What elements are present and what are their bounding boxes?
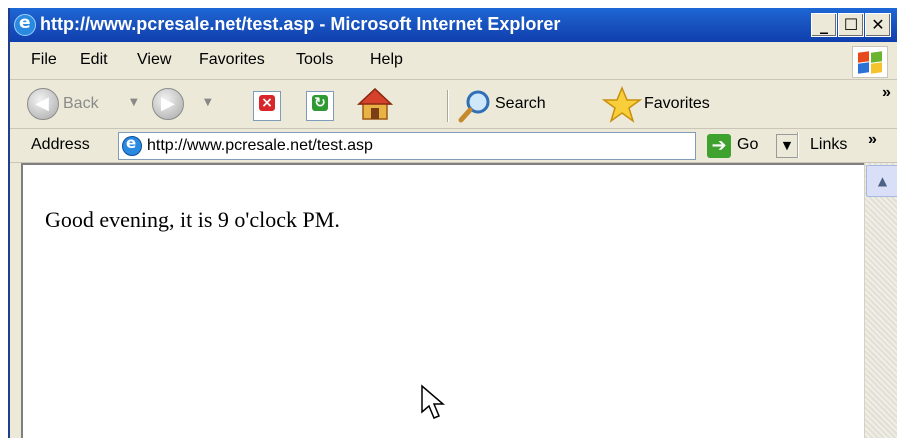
menu-favorites[interactable]: Favorites	[199, 51, 265, 69]
go-arrow-icon[interactable]: ➔	[707, 134, 731, 158]
address-url[interactable]: http://www.pcresale.net/test.asp	[147, 137, 373, 155]
back-button-label[interactable]: Back	[63, 95, 99, 113]
address-bar: Address http://www.pcresale.net/test.asp…	[10, 128, 897, 163]
minimize-button[interactable]: _	[811, 13, 837, 37]
page-content: Good evening, it is 9 o'clock PM.	[21, 163, 892, 438]
menu-edit[interactable]: Edit	[80, 51, 108, 69]
menu-tools[interactable]: Tools	[296, 51, 333, 69]
back-dropdown-icon[interactable]: ▼	[130, 97, 138, 108]
favorites-button-label[interactable]: Favorites	[644, 95, 710, 113]
menu-bar: File Edit View Favorites Tools Help	[10, 43, 897, 80]
standard-toolbar: ◀ Back ▼ ▶ ▼ × ↻ Search Favorites »	[10, 80, 897, 129]
window-title: http://www.pcresale.net/test.asp - Micro…	[40, 14, 561, 34]
address-label: Address	[31, 136, 90, 153]
menu-view[interactable]: View	[137, 51, 171, 69]
ie-logo-icon	[14, 13, 36, 36]
scroll-up-button[interactable]: ▲	[866, 165, 897, 197]
links-chevron[interactable]: »	[868, 131, 877, 149]
address-separator	[797, 132, 798, 158]
mouse-cursor-icon	[421, 384, 446, 419]
vertical-scrollbar[interactable]: ▲	[864, 163, 897, 438]
address-input[interactable]: http://www.pcresale.net/test.asp ▼	[118, 132, 798, 160]
go-button-label[interactable]: Go	[737, 136, 758, 154]
links-label[interactable]: Links	[810, 136, 847, 154]
search-icon[interactable]	[458, 89, 492, 123]
address-dropdown-icon[interactable]: ▼	[776, 134, 798, 158]
toolbar-separator	[447, 90, 448, 122]
refresh-icon[interactable]: ↻	[306, 91, 334, 121]
toolbar-chevron[interactable]: »	[882, 84, 891, 102]
home-icon[interactable]	[357, 87, 393, 121]
windows-logo-icon	[852, 46, 888, 78]
forward-dropdown-icon[interactable]: ▼	[204, 97, 212, 108]
back-arrow-icon[interactable]: ◀	[27, 88, 59, 120]
search-button-label[interactable]: Search	[495, 95, 546, 113]
stop-icon[interactable]: ×	[253, 91, 281, 121]
page-icon	[122, 134, 142, 156]
title-bar[interactable]: http://www.pcresale.net/test.asp - Micro…	[10, 8, 897, 42]
menu-help[interactable]: Help	[370, 51, 403, 69]
page-text: Good evening, it is 9 o'clock PM.	[45, 207, 340, 232]
browser-window: http://www.pcresale.net/test.asp - Micro…	[8, 8, 897, 438]
close-button[interactable]: ✕	[865, 13, 891, 37]
menu-file[interactable]: File	[31, 51, 57, 69]
maximize-button[interactable]: ☐	[838, 13, 864, 37]
favorites-star-icon[interactable]	[602, 86, 642, 124]
forward-arrow-icon[interactable]: ▶	[152, 88, 184, 120]
